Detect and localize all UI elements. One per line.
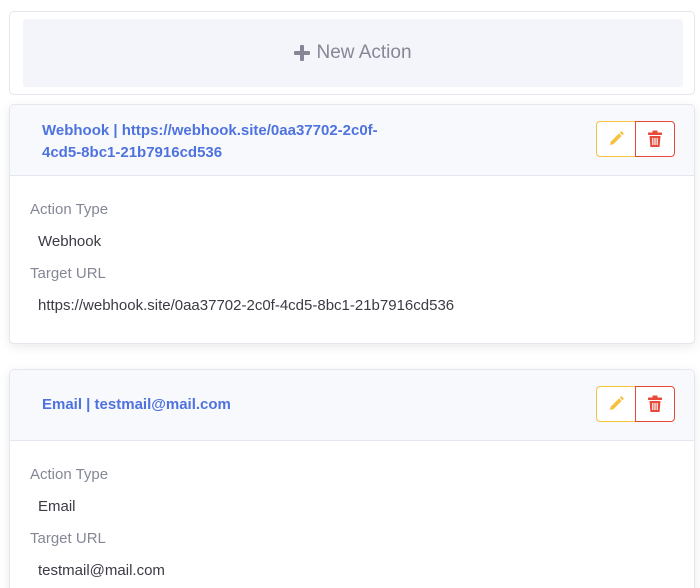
target-url-label: Target URL: [30, 265, 106, 282]
trash-icon: [648, 130, 662, 147]
target-url-value: testmail@mail.com: [38, 562, 165, 579]
action-type-label: Action Type: [30, 201, 109, 218]
trash-icon: [648, 395, 662, 412]
pencil-icon: [610, 396, 624, 410]
action-type-label: Action Type: [30, 466, 109, 483]
action-type-value: Email: [38, 498, 76, 515]
edit-button[interactable]: [596, 386, 636, 422]
edit-button[interactable]: [596, 121, 636, 157]
action-button-group: [596, 386, 675, 422]
action-title-line: Webhook | https://webhook.site/0aa37702-…: [42, 122, 378, 139]
action-type-value: Webhook: [38, 233, 102, 250]
pencil-icon: [610, 131, 624, 145]
action-card-header: Email | testmail@mail.com: [10, 370, 694, 441]
new-action-label: New Action: [316, 42, 412, 63]
action-button-group: [596, 121, 675, 157]
action-card: Email | testmail@mail.com Action Type Em…: [9, 369, 695, 588]
action-title-line: Email | testmail@mail.com: [42, 396, 231, 413]
delete-button[interactable]: [635, 386, 675, 422]
new-action-button[interactable]: New Action: [23, 19, 683, 87]
action-list-panel: New Action Webhook | https://webhook.sit…: [0, 0, 700, 588]
action-card-header: Webhook | https://webhook.site/0aa37702-…: [10, 105, 694, 176]
delete-button[interactable]: [635, 121, 675, 157]
target-url-value: https://webhook.site/0aa37702-2c0f-4cd5-…: [38, 297, 455, 314]
action-title-line: 4cd5-8bc1-21b7916cd536: [42, 144, 223, 161]
action-card: Webhook | https://webhook.site/0aa37702-…: [9, 104, 695, 344]
plus-icon: [294, 45, 311, 61]
action-title: Webhook | https://webhook.site/0aa37702-…: [42, 120, 442, 164]
action-title: Email | testmail@mail.com: [42, 394, 442, 416]
target-url-label: Target URL: [30, 530, 106, 547]
new-action-card: New Action: [9, 11, 695, 95]
